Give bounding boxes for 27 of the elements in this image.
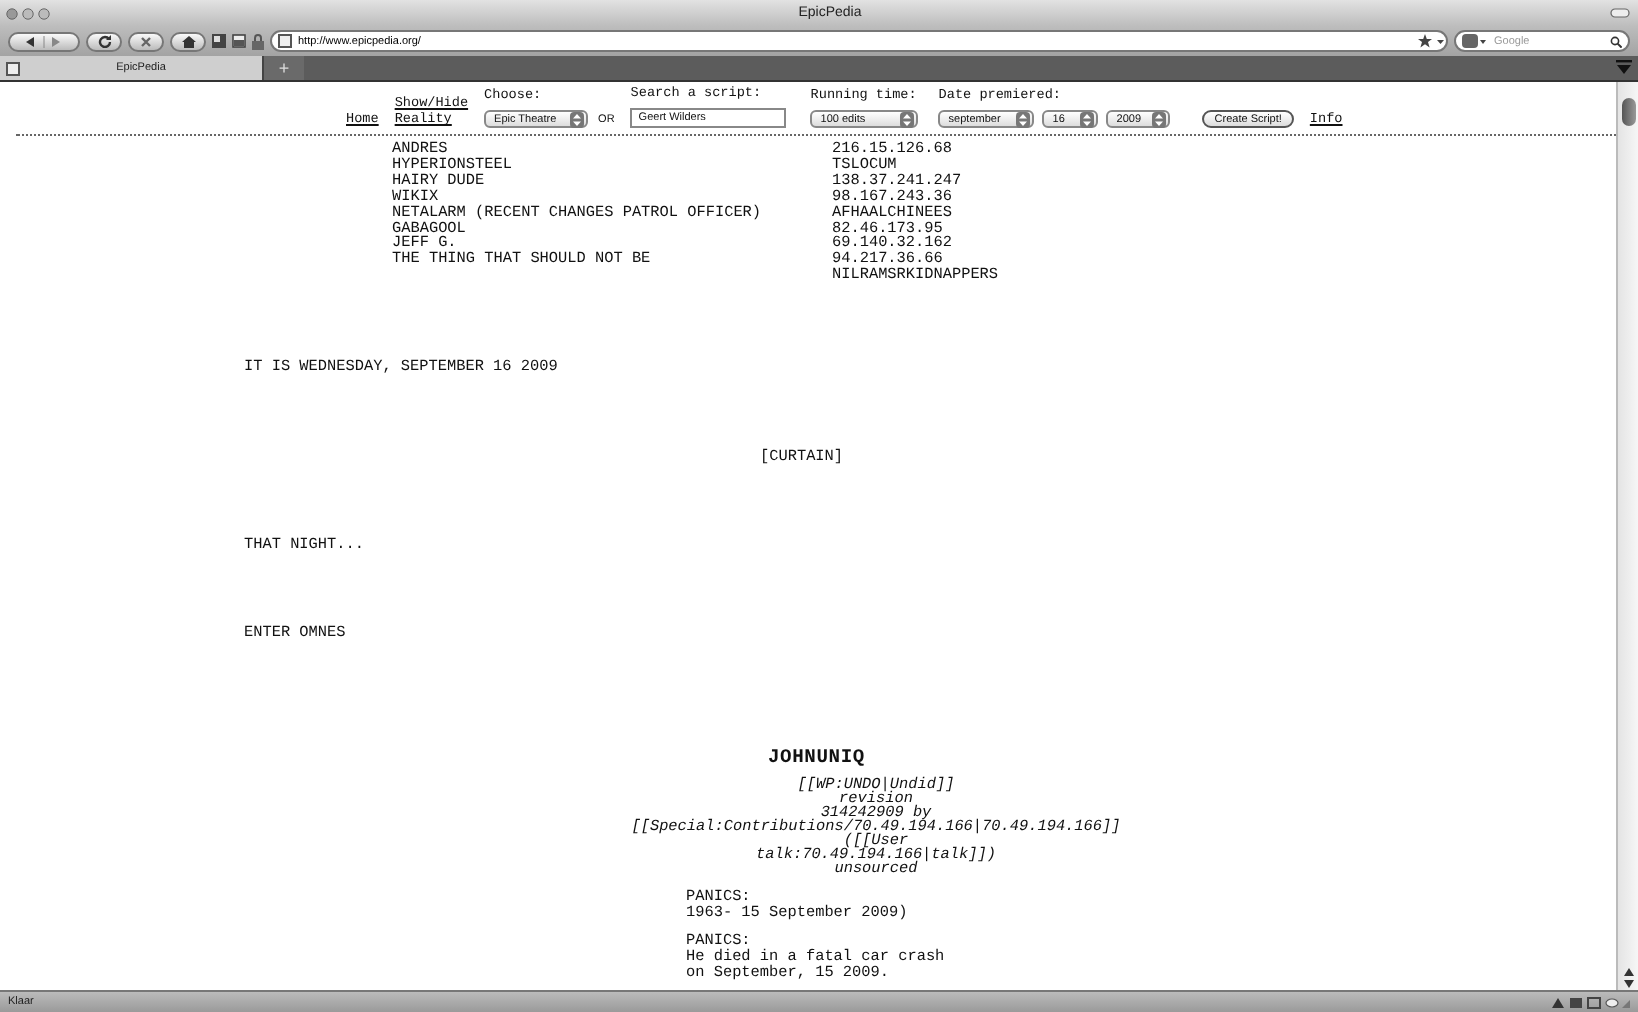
window-controls-icon[interactable] [6,7,50,19]
site-favicon-icon [278,34,292,48]
home-icon [181,35,195,47]
tab-list-icon[interactable] [1616,60,1632,76]
stepper-arrows-icon [1080,111,1095,127]
stepper-arrows-icon [570,111,585,127]
reload-button[interactable] [86,31,122,51]
site-favicon-icon [6,61,20,75]
scroll-thumb[interactable] [1621,98,1635,126]
stepper-arrows-icon [1152,111,1167,127]
stepper-arrows-icon [1016,111,1031,127]
lock-icon[interactable] [252,33,264,49]
reload-icon [97,34,111,48]
stop-button[interactable] [128,31,164,51]
scroll-arrows-icon[interactable] [1621,966,1635,990]
star-icon[interactable] [1418,34,1446,48]
page-icon[interactable] [232,34,246,48]
search-icon [1610,35,1622,47]
scrollbar[interactable] [1616,82,1638,990]
stepper-arrows-icon [900,111,915,127]
new-tab-button[interactable]: + [264,56,304,80]
character-name: JOHNUNIQ [768,745,865,768]
toolbar-toggle-icon[interactable] [1610,8,1630,18]
home-button[interactable] [170,31,206,51]
search-engine-icon[interactable] [1462,34,1486,48]
back-forward-button[interactable] [8,31,80,51]
close-icon [140,35,152,47]
